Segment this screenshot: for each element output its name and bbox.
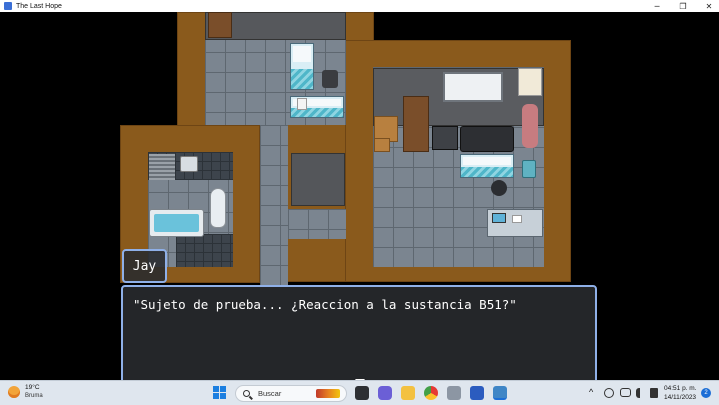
- dialogue-text: "Sujeto de prueba... ¿Reaccion a la sust…: [133, 297, 517, 312]
- toilet: [210, 188, 226, 228]
- start-icon[interactable]: [213, 386, 227, 400]
- cardboard-box: [374, 138, 390, 152]
- dark-room: [291, 153, 345, 206]
- trash-bin: [522, 160, 536, 178]
- chat-icon[interactable]: [378, 386, 392, 400]
- bathroom-floor-tiles: [176, 234, 233, 267]
- settings-icon[interactable]: [447, 386, 461, 400]
- network-icon[interactable]: [620, 388, 631, 397]
- search-placeholder: Buscar: [258, 389, 282, 398]
- game-icon[interactable]: [493, 386, 507, 400]
- file-cabinet: [432, 126, 458, 150]
- hospital-bed: [290, 43, 314, 90]
- chair: [322, 70, 338, 88]
- paper-sheet: [297, 98, 307, 110]
- wall-fan: [180, 156, 198, 172]
- search-box[interactable]: Buscar: [235, 385, 347, 402]
- floor-corridor-connector: [288, 209, 346, 239]
- volume-icon[interactable]: [636, 388, 646, 398]
- speaker-name: Jay: [132, 258, 157, 274]
- search-highlight-icon: [316, 389, 340, 398]
- task-view-icon[interactable]: [355, 386, 369, 400]
- weather-icon: [8, 386, 20, 398]
- air-vent: [149, 154, 175, 180]
- minimize-button[interactable]: ─: [647, 0, 667, 12]
- window-titlebar[interactable]: The Last Hope ─ ❐ ✕: [0, 0, 719, 12]
- restore-button[interactable]: ❐: [673, 0, 693, 12]
- weather-condition: Bruma: [25, 393, 43, 399]
- weather-temperature: 19°C: [25, 384, 40, 391]
- search-icon: [243, 390, 250, 397]
- bookshelf: [208, 12, 232, 38]
- lab-bed: [460, 154, 514, 178]
- black-sofa: [460, 126, 514, 152]
- anatomy-model: [522, 104, 538, 148]
- game-canvas[interactable]: Jay "Sujeto de prueba... ¿Reaccion a la …: [0, 12, 719, 380]
- computer-desk: [487, 209, 543, 237]
- chrome-icon[interactable]: [424, 386, 438, 400]
- floor-corridor: [260, 125, 288, 287]
- character-sprite: [491, 180, 507, 196]
- sync-icon[interactable]: [604, 388, 614, 398]
- clock-date[interactable]: 14/11/2023: [664, 394, 696, 401]
- clock-time[interactable]: 04:51 p. m.: [664, 385, 697, 392]
- tray-chevron-icon[interactable]: ^: [589, 387, 593, 397]
- close-button[interactable]: ✕: [699, 0, 719, 12]
- dialogue-box[interactable]: "Sujeto de prueba... ¿Reaccion a la sust…: [121, 285, 597, 380]
- speaker-name-box: Jay: [122, 249, 167, 283]
- lab-bookshelf: [403, 96, 429, 152]
- battery-icon[interactable]: [650, 388, 658, 398]
- whiteboard: [443, 72, 503, 102]
- word-icon[interactable]: [470, 386, 484, 400]
- window-title: The Last Hope: [16, 2, 62, 10]
- file-explorer-icon[interactable]: [401, 386, 415, 400]
- app-icon: [4, 2, 12, 10]
- notification-badge[interactable]: 2: [701, 388, 711, 398]
- wall-poster: [518, 68, 542, 96]
- weather-widget[interactable]: 19°C Bruma: [8, 384, 43, 400]
- taskbar: 19°C Bruma Buscar ^ 04:51 p. m. 14/11/20…: [0, 380, 719, 405]
- bathtub: [149, 209, 204, 237]
